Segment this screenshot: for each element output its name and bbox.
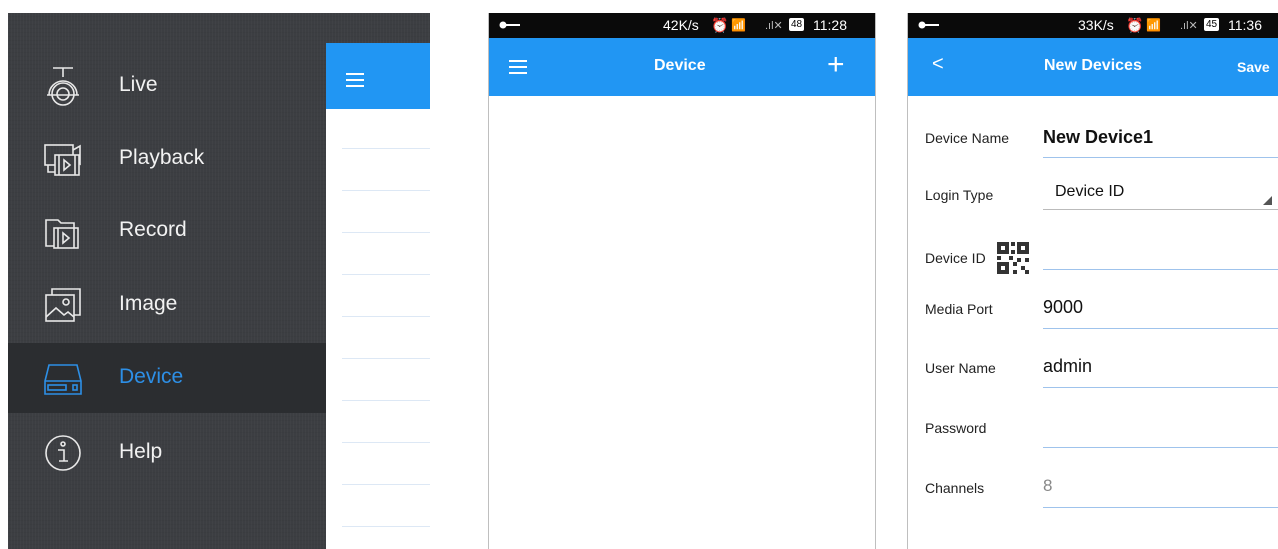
cellular-icon: .ıl✕ (1180, 20, 1198, 32)
page-title: Device (654, 57, 706, 74)
list-divider (342, 316, 430, 317)
menu-item-label: Live (119, 73, 158, 96)
help-icon (45, 435, 81, 471)
menu-item-label: Record (119, 218, 187, 241)
menu-icon[interactable] (509, 60, 527, 74)
alarm-icon: ⏰ (711, 17, 729, 33)
list-divider (342, 442, 430, 443)
menu-item-label: Playback (119, 146, 205, 169)
field-underline (1043, 209, 1278, 210)
field-underline (1043, 157, 1278, 158)
battery-level: 45 (1204, 18, 1220, 31)
list-divider (342, 526, 430, 527)
list-divider (342, 148, 430, 149)
menu-item-device[interactable]: Device (8, 343, 326, 413)
field-underline (1043, 507, 1278, 508)
playback-icon (44, 144, 81, 176)
menu-item-label: Device (119, 365, 184, 388)
status-time: 11:28 (813, 17, 847, 33)
device-name-label: Device Name (925, 130, 1010, 146)
app-bar: Device + (489, 38, 875, 96)
list-divider (342, 484, 430, 485)
wifi-signal-icon: 📶 (731, 18, 746, 32)
status-time: 11:36 (1228, 17, 1262, 33)
menu-item-record[interactable]: Record (8, 196, 326, 266)
status-bar: 42K/s ⏰ 📶 .ıl✕ 48 11:28 (489, 13, 875, 38)
field-underline (1043, 447, 1278, 448)
menu-item-help[interactable]: Help (8, 418, 326, 488)
app-bar: < New Devices Save (908, 38, 1278, 96)
page-title: New Devices (1044, 57, 1142, 74)
menu-item-playback[interactable]: Playback (8, 124, 326, 194)
device-icon (44, 364, 82, 395)
side-menu-panel: Live Playback Record Image Device Help (8, 13, 430, 549)
list-divider (342, 190, 430, 191)
device-list-behind-drawer (326, 43, 430, 549)
list-divider (342, 358, 430, 359)
network-speed: 33K/s (1078, 17, 1114, 33)
alarm-icon: ⏰ (1126, 17, 1144, 33)
menu-item-live[interactable]: Live (8, 51, 326, 121)
save-button[interactable]: Save (1237, 59, 1270, 75)
dropdown-arrow-icon[interactable] (1263, 196, 1272, 205)
app-bar-behind (326, 43, 430, 109)
network-speed: 42K/s (663, 17, 699, 33)
cellular-icon: .ıl✕ (765, 20, 783, 32)
channels-label: Channels (925, 480, 985, 496)
user-name-field[interactable]: admin (1043, 356, 1092, 377)
login-type-select[interactable]: Device ID (1055, 183, 1124, 201)
password-label: Password (925, 420, 987, 436)
image-icon (45, 288, 81, 322)
list-divider (342, 274, 430, 275)
field-underline (1043, 387, 1278, 388)
battery-level: 48 (789, 18, 805, 31)
list-divider (342, 232, 430, 233)
channels-field[interactable]: 8 (1043, 476, 1052, 496)
menu-icon[interactable] (346, 73, 364, 91)
media-port-field[interactable]: 9000 (1043, 297, 1083, 318)
field-underline (1043, 269, 1278, 270)
user-name-label: User Name (925, 360, 996, 376)
media-port-label: Media Port (925, 301, 993, 317)
new-device-screen: 33K/s ⏰ 📶 .ıl✕ 45 11:36 < New Devices Sa… (907, 13, 1278, 549)
device-id-label: Device ID (925, 250, 986, 266)
login-type-label: Login Type (925, 187, 994, 203)
wifi-signal-icon: 📶 (1146, 18, 1161, 32)
menu-item-label: Help (119, 440, 163, 463)
qr-code-icon[interactable] (997, 242, 1029, 274)
add-device-button[interactable]: + (827, 48, 845, 82)
device-list-screen: 42K/s ⏰ 📶 .ıl✕ 48 11:28 Device + (488, 13, 876, 549)
status-bar: 33K/s ⏰ 📶 .ıl✕ 45 11:36 (908, 13, 1278, 38)
device-name-field[interactable]: New Device1 (1043, 127, 1153, 148)
field-underline (1043, 328, 1278, 329)
back-button[interactable]: < (932, 53, 944, 76)
menu-item-label: Image (119, 292, 178, 315)
list-divider (342, 400, 430, 401)
camera-icon (47, 67, 79, 106)
record-icon (45, 219, 79, 249)
menu-item-image[interactable]: Image (8, 270, 326, 340)
vpn-key-icon (918, 21, 939, 29)
vpn-key-icon (499, 21, 520, 29)
